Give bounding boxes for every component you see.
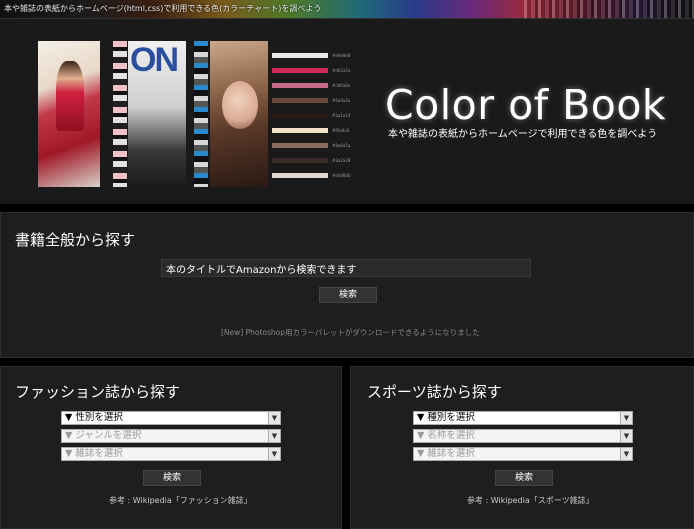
swatch-bar — [272, 83, 328, 88]
color-swatch: #e0d8d0 — [272, 173, 352, 178]
site-tagline: 本や雑誌の表紙からホームページで利用できる色を調べよう — [388, 129, 658, 140]
book-title-search-input[interactable] — [161, 259, 531, 277]
chevron-down-icon: ▼ — [268, 430, 280, 442]
color-chart-strip-2 — [194, 41, 208, 187]
color-swatch-list: #e8e8e8 #d02a5a #c86a8a #6a4a3a #2a1a14 #f0e0… — [272, 53, 352, 188]
chevron-down-icon: ▼ — [620, 448, 632, 460]
cover-model-figure — [56, 61, 84, 131]
gender-select-label: ▼ 性別を選択 — [65, 412, 123, 423]
chevron-down-icon: ▼ — [268, 412, 280, 424]
magazine-cover-1 — [38, 41, 100, 187]
sport-type-select[interactable]: ▼ 種別を選択 ▼ — [413, 411, 633, 425]
color-swatch: #d02a5a — [272, 68, 352, 73]
magazine-cover-2: ON — [128, 41, 186, 187]
genre-select[interactable]: ▼ ジャンルを選択 ▼ — [61, 429, 281, 443]
cover-logo: ON — [130, 41, 179, 79]
sport-name-select[interactable]: ▼ 名称を選択 ▼ — [413, 429, 633, 443]
color-swatch: #6a4a3a — [272, 98, 352, 103]
color-swatch: #8a6a5a — [272, 143, 352, 148]
browser-title-bar: 本や雑誌の表紙からホームページ(html,css)で利用できる色(カラーチャート… — [0, 0, 694, 18]
swatch-code: #3a2a28 — [332, 158, 351, 163]
fashion-magazine-select-label: ▼ 雑誌を選択 — [65, 448, 123, 459]
swatch-bar — [272, 158, 328, 163]
color-swatch: #3a2a28 — [272, 158, 352, 163]
chevron-down-icon: ▼ — [268, 448, 280, 460]
title-bar-color-bars — [524, 0, 694, 18]
fashion-reference-prefix: 参考 : Wikipedia — [109, 496, 172, 505]
swatch-code: #d02a5a — [332, 68, 351, 73]
gender-select[interactable]: ▼ 性別を選択 ▼ — [61, 411, 281, 425]
sports-reference-prefix: 参考 : Wikipedia — [467, 496, 530, 505]
genre-select-label: ▼ ジャンルを選択 — [65, 430, 142, 441]
swatch-code: #e8e8e8 — [332, 53, 351, 58]
sports-magazine-select-label: ▼ 雑誌を選択 — [417, 448, 475, 459]
book-search-panel: 書籍全般から探す 検索 [New] Photoshop用カラーパレットがダウンロ… — [0, 212, 694, 358]
site-logo: Color of Book — [385, 81, 667, 129]
sports-search-panel: スポーツ誌から探す ▼ 種別を選択 ▼ ▼ 名称を選択 ▼ ▼ 雑誌を選択 ▼ 検索 … — [350, 366, 694, 529]
sport-type-select-label: ▼ 種別を選択 — [417, 412, 475, 423]
swatch-code: #f0e0c8 — [332, 128, 350, 133]
swatch-code: #c86a8a — [332, 83, 351, 88]
color-swatch: #c86a8a — [272, 83, 352, 88]
color-chart-strip-1 — [113, 41, 127, 187]
sports-magazine-select[interactable]: ▼ 雑誌を選択 ▼ — [413, 447, 633, 461]
cover-model-face — [222, 81, 258, 129]
fashion-magazine-select[interactable]: ▼ 雑誌を選択 ▼ — [61, 447, 281, 461]
sports-reference: 参考 : Wikipedia「スポーツ雑誌」 — [467, 495, 594, 506]
chevron-down-icon: ▼ — [620, 412, 632, 424]
swatch-code: #8a6a5a — [332, 143, 351, 148]
fashion-search-button[interactable]: 検索 — [143, 470, 201, 486]
swatch-code: #e0d8d0 — [332, 173, 351, 178]
book-search-title: 書籍全般から探す — [15, 231, 136, 249]
hero-banner: ON #e8e8e8 #d02a5a #c86a8a #6a4a3a #2a1a14 #f… — [0, 18, 694, 204]
sport-name-select-label: ▼ 名称を選択 — [417, 430, 475, 441]
color-swatch: #2a1a14 — [272, 113, 352, 118]
swatch-bar — [272, 98, 328, 103]
swatch-bar — [272, 143, 328, 148]
chevron-down-icon: ▼ — [620, 430, 632, 442]
sports-wikipedia-link[interactable]: 「スポーツ雑誌」 — [530, 496, 594, 505]
swatch-code: #6a4a3a — [332, 98, 351, 103]
magazine-cover-3 — [210, 41, 268, 187]
swatch-bar — [272, 173, 328, 178]
fashion-search-panel: ファッション誌から探す ▼ 性別を選択 ▼ ▼ ジャンルを選択 ▼ ▼ 雑誌を選択 ▼… — [0, 366, 342, 529]
sports-search-title: スポーツ誌から探す — [367, 383, 502, 401]
fashion-wikipedia-link[interactable]: 「ファッション雑誌」 — [172, 496, 252, 505]
notice-text: [New] Photoshop用カラーパレットがダウンロードできるようになりまし… — [221, 328, 480, 337]
swatch-bar — [272, 128, 328, 133]
browser-title: 本や雑誌の表紙からホームページ(html,css)で利用できる色(カラーチャート… — [4, 4, 322, 13]
swatch-code: #2a1a14 — [332, 113, 351, 118]
swatch-bar — [272, 68, 328, 73]
sports-search-button[interactable]: 検索 — [495, 470, 553, 486]
swatch-bar — [272, 113, 328, 118]
fashion-reference: 参考 : Wikipedia「ファッション雑誌」 — [109, 495, 252, 506]
swatch-bar — [272, 53, 328, 58]
book-search-button[interactable]: 検索 — [319, 287, 377, 303]
color-swatch: #e8e8e8 — [272, 53, 352, 58]
fashion-search-title: ファッション誌から探す — [15, 383, 181, 401]
color-swatch: #f0e0c8 — [272, 128, 352, 133]
